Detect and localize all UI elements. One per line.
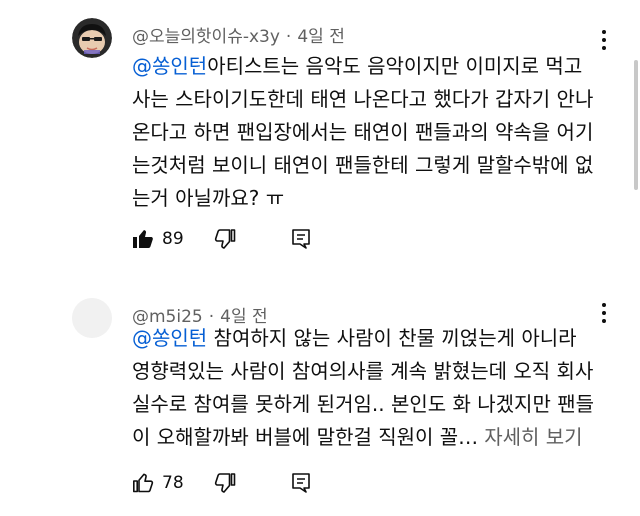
dislike-button[interactable]	[210, 224, 240, 254]
like-count: 89	[162, 229, 184, 249]
scrollbar-thumb[interactable]	[634, 60, 638, 190]
comment-line: 영향력있는 사람이 참여의사를 계속 밝혔는데 오직 회사	[132, 359, 594, 383]
comment-meta: @오늘의핫이슈-x3y · 4일 전	[132, 22, 345, 47]
comment-item: @오늘의핫이슈-x3y · 4일 전 @쏭인턴아티스트는 음악도 음악이지만 이미지…	[0, 0, 640, 270]
reply-icon	[292, 229, 310, 249]
reply-icon	[292, 473, 310, 493]
scrollbar[interactable]	[632, 0, 640, 516]
comment-line: @쏭인턴 참여하지 않는 사람이 찬물 끼얹는게 아니라	[132, 326, 577, 350]
comment-actions: 78	[128, 468, 316, 498]
avatar[interactable]	[72, 298, 112, 338]
comment-timestamp[interactable]: 4일 전	[297, 27, 345, 47]
comment-menu-button[interactable]	[596, 28, 612, 52]
comment-actions: 89	[128, 224, 316, 254]
thumbs-down-icon	[214, 473, 236, 493]
comments-section: @오늘의핫이슈-x3y · 4일 전 @쏭인턴아티스트는 음악도 음악이지만 이미지…	[0, 0, 640, 516]
avatar[interactable]	[72, 18, 112, 58]
more-vertical-icon	[602, 30, 606, 34]
meta-separator: ·	[285, 27, 292, 47]
mention-link[interactable]: @쏭인턴	[132, 326, 207, 350]
dislike-button[interactable]	[210, 468, 240, 498]
mention-link[interactable]: @쏭인턴	[132, 54, 207, 78]
comment-line: 는것처럼 보이니 태연이 팬들한테 그렇게 말할수밖에 없	[132, 153, 594, 177]
thumbs-up-icon	[133, 473, 154, 493]
comment-line: 는거 아닐까요? ㅠ	[132, 186, 285, 210]
comment-line: 이 오해할까봐 버블에 말한걸 직원이 꼴… 자세히 보기	[132, 425, 583, 449]
comment-line: 온다고 하면 팬입장에서는 태연이 팬들과의 약속을 어기	[132, 120, 594, 144]
like-button[interactable]	[128, 224, 158, 254]
thumbs-down-icon	[214, 229, 236, 249]
more-vertical-icon	[602, 303, 606, 307]
comment-line: @쏭인턴아티스트는 음악도 음악이지만 이미지로 먹고	[132, 54, 583, 78]
comment-text: @쏭인턴 참여하지 않는 사람이 찬물 끼얹는게 아니라 영향력있는 사람이 참…	[132, 322, 602, 454]
comment-text: @쏭인턴아티스트는 음악도 음악이지만 이미지로 먹고 사는 스타이기도한데 태…	[132, 50, 602, 215]
user-avatar-icon	[72, 18, 112, 58]
comment-line: 사는 스타이기도한데 태연 나온다고 했다가 갑자기 안나	[132, 87, 594, 111]
comment-item: @m5i25 · 4일 전 @쏭인턴 참여하지 않는 사람이 찬물 끼얹는게 아니라…	[0, 286, 640, 516]
reply-button[interactable]	[286, 224, 316, 254]
thumbs-up-icon	[133, 230, 153, 248]
like-count: 78	[162, 473, 184, 493]
comment-author[interactable]: @오늘의핫이슈-x3y	[132, 27, 280, 47]
read-more-link[interactable]: 자세히 보기	[484, 425, 582, 449]
reply-button[interactable]	[286, 468, 316, 498]
like-button[interactable]	[128, 468, 158, 498]
default-avatar-icon	[72, 298, 112, 338]
comment-line: 실수로 참여를 못하게 된거임.. 본인도 화 나겠지만 팬들	[132, 392, 595, 416]
